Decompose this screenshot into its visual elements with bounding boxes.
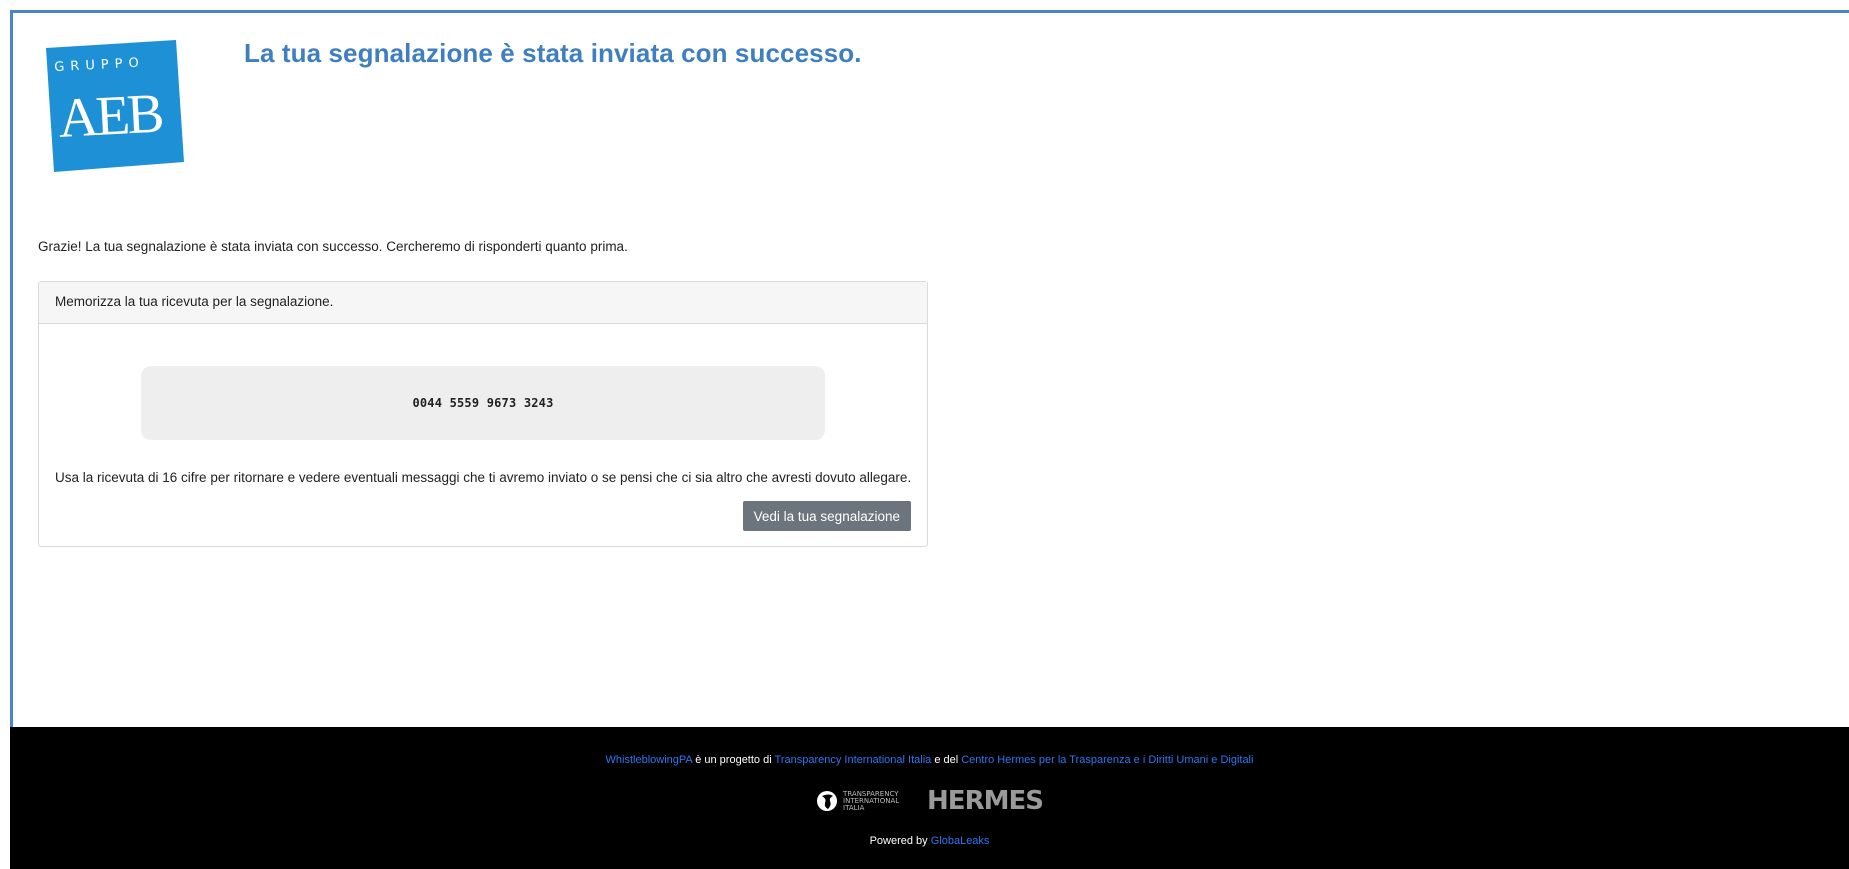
view-report-button[interactable]: Vedi la tua segnalazione [742,501,911,531]
footer: WhistleblowingPA è un progetto di Transp… [10,727,1849,869]
receipt-instructions: Usa la ricevuta di 16 cifre per ritornar… [55,470,912,485]
receipt-box: 0044 5559 9673 3243 [141,366,825,440]
transparency-link[interactable]: Transparency International Italia [775,754,932,766]
hermes-logo[interactable]: HERMES [927,787,1044,815]
ti-logo-text: TRANSPARENCY INTERNATIONAL ITALIA [843,789,900,812]
footer-powered-by: Powered by GlobaLeaks [10,835,1849,847]
panel-header: Memorizza la tua ricevuta per la segnala… [39,282,927,324]
receipt-panel: Memorizza la tua ricevuta per la segnala… [38,281,928,547]
footer-text-and: e del [931,754,962,766]
transparency-international-logo[interactable]: TRANSPARENCY INTERNATIONAL ITALIA [816,790,905,812]
svg-text:AEB: AEB [57,83,164,150]
footer-credits: WhistleblowingPA è un progetto di Transp… [10,754,1849,766]
gruppo-aeb-logo: GRUPPO AEB [46,40,184,172]
powered-by-text: Powered by [869,835,931,847]
whistleblowingpa-link[interactable]: WhistleblowingPA [606,754,693,766]
footer-text-project: è un progetto di [692,754,775,766]
globaleaks-link[interactable]: GlobaLeaks [931,835,990,847]
thanks-message: Grazie! La tua segnalazione è stata invi… [38,239,628,254]
globe-icon [817,791,838,811]
hermes-link[interactable]: Centro Hermes per la Trasparenza e i Dir… [961,754,1253,766]
page-title: La tua segnalazione è stata inviata con … [244,38,862,68]
footer-logos: TRANSPARENCY INTERNATIONAL ITALIA HERMES [10,787,1849,815]
receipt-code: 0044 5559 9673 3243 [412,396,554,410]
